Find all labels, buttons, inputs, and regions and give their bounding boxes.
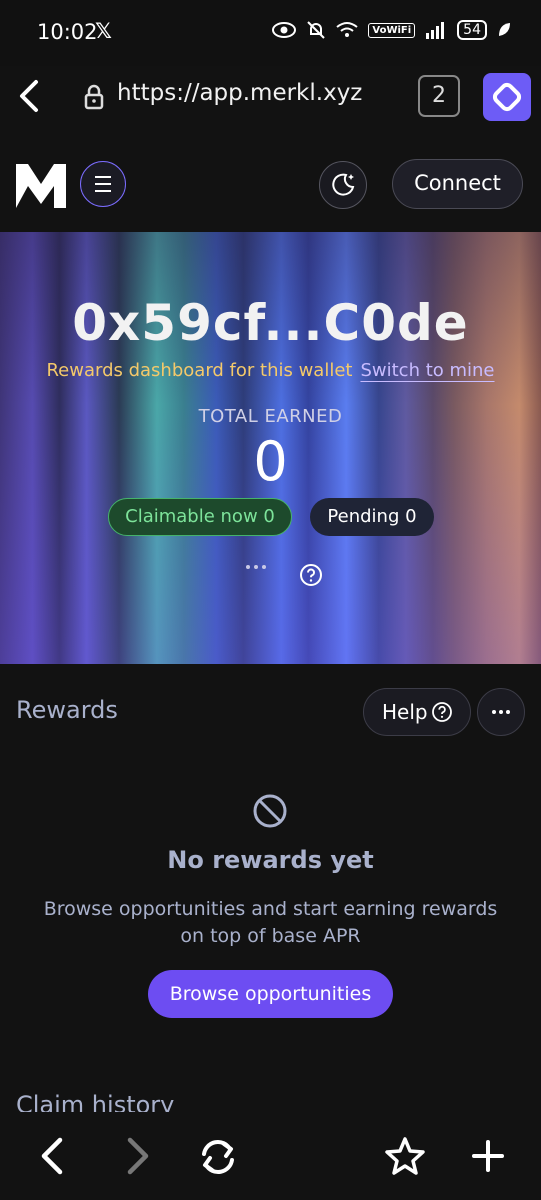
total-earned-label: TOTAL EARNED xyxy=(198,406,343,427)
browse-opportunities-button[interactable]: Browse opportunities xyxy=(148,970,393,1018)
more-dots-icon[interactable] xyxy=(244,562,268,572)
menu-button[interactable] xyxy=(80,161,126,207)
leaf-icon xyxy=(499,23,510,36)
mute-bell-icon xyxy=(307,21,326,39)
status-icons: VoWiFi 54 xyxy=(272,20,511,40)
nav-back-icon[interactable] xyxy=(34,1134,70,1178)
new-tab-plus-icon[interactable] xyxy=(470,1138,506,1174)
theme-toggle-button[interactable] xyxy=(319,161,367,209)
eye-icon xyxy=(272,22,297,38)
vowifi-badge: VoWiFi xyxy=(368,22,416,38)
extension-button[interactable] xyxy=(483,73,531,121)
dashboard-note-row: Rewards dashboard for this wallet Switch … xyxy=(0,360,541,381)
tabs-button[interactable]: 2 xyxy=(418,75,460,117)
empty-state-description: Browse opportunities and start earning r… xyxy=(43,898,498,947)
url-field[interactable]: https://app.merkl.xyz xyxy=(117,80,362,106)
status-time: 10:02 xyxy=(37,20,98,44)
no-entry-icon xyxy=(253,794,287,828)
rewards-section-title: Rewards xyxy=(16,696,118,724)
nav-forward-icon[interactable] xyxy=(120,1134,156,1178)
battery-indicator: 54 xyxy=(457,20,487,40)
browser-toolbar: https://app.merkl.xyz 2 xyxy=(0,66,541,135)
claim-history-title: Claim history xyxy=(16,1091,175,1112)
wifi-icon xyxy=(336,22,359,37)
rewards-more-button[interactable] xyxy=(477,688,525,736)
reload-icon[interactable] xyxy=(196,1136,240,1178)
wallet-hero: 0x59cf...C0de Rewards dashboard for this… xyxy=(0,232,541,664)
help-button-label: Help xyxy=(382,700,428,724)
status-bar: 10:02 𝕏 VoWiFi 54 xyxy=(0,0,541,66)
x-app-icon: 𝕏 xyxy=(95,19,112,43)
lock-icon xyxy=(84,84,104,110)
ellipsis-icon xyxy=(492,710,510,714)
browser-bottom-nav xyxy=(0,1112,541,1200)
diamond-logo-icon xyxy=(492,82,522,112)
moon-icon xyxy=(332,173,355,196)
wallet-address: 0x59cf...C0de xyxy=(72,294,469,352)
bookmark-star-icon[interactable] xyxy=(384,1136,426,1176)
dashboard-note: Rewards dashboard for this wallet xyxy=(46,360,353,381)
question-circle-icon xyxy=(432,702,452,722)
switch-to-mine-link[interactable]: Switch to mine xyxy=(360,360,494,381)
signal-icon xyxy=(426,22,445,39)
browser-back-icon[interactable] xyxy=(10,76,46,116)
app-header: Connect xyxy=(0,134,541,232)
claimable-badge[interactable]: Claimable now 0 xyxy=(108,498,292,536)
total-earned-value: 0 xyxy=(253,430,288,493)
merkl-logo[interactable] xyxy=(14,160,68,210)
hamburger-icon xyxy=(95,176,111,192)
empty-state-title: No rewards yet xyxy=(167,846,374,874)
connect-button[interactable]: Connect xyxy=(392,159,523,209)
help-button[interactable]: Help xyxy=(363,688,471,736)
pending-badge[interactable]: Pending 0 xyxy=(310,498,434,536)
help-circle-icon[interactable] xyxy=(299,563,323,587)
